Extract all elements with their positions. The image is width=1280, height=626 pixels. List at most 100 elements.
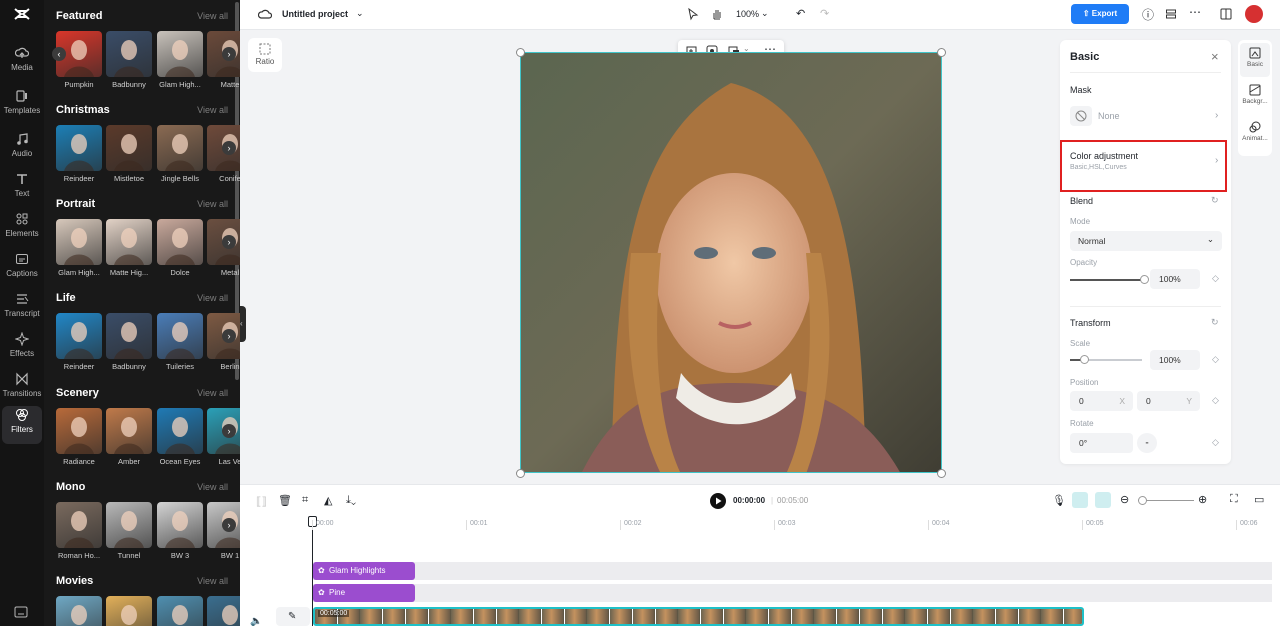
chevron-right-icon[interactable]: › <box>222 518 236 532</box>
zoom-level[interactable]: 100% <box>736 9 759 19</box>
speaker-icon[interactable]: 🔈 <box>250 616 262 626</box>
opacity-slider-knob[interactable] <box>1140 275 1149 284</box>
undo-icon[interactable]: ↶ <box>796 7 805 20</box>
rail-item-media[interactable]: Media <box>2 44 42 82</box>
chevron-down-icon[interactable]: ⌄ <box>761 8 769 19</box>
keyframe-icon[interactable]: ◇ <box>1212 395 1219 406</box>
ratio-button[interactable]: Ratio <box>248 38 282 72</box>
playhead[interactable] <box>312 516 313 626</box>
tab-basic[interactable]: Basic <box>1240 43 1270 77</box>
filter-thumbnail[interactable] <box>157 502 203 548</box>
fit-icon[interactable]: ⛶ <box>1230 493 1238 506</box>
filter-thumbnail[interactable] <box>106 596 152 626</box>
stack-icon[interactable] <box>1165 8 1177 20</box>
rail-item-captions[interactable]: Captions <box>2 250 42 288</box>
keyframe-icon[interactable]: ◇ <box>1212 437 1219 448</box>
layout-icon[interactable] <box>1220 8 1232 20</box>
resize-handle-bottom-left[interactable] <box>516 469 525 478</box>
fullscreen-icon[interactable]: ▭ <box>1254 493 1264 506</box>
mode-select[interactable]: Normal ⌄ <box>1070 231 1222 251</box>
play-button[interactable] <box>710 493 726 509</box>
resize-handle-top-left[interactable] <box>516 48 525 57</box>
view-all-link[interactable]: View all <box>197 482 228 492</box>
reset-icon[interactable]: ↻ <box>1211 317 1219 328</box>
filter-thumbnail[interactable] <box>157 31 203 77</box>
chevron-down-icon[interactable]: ⌄ <box>356 8 364 19</box>
filter-thumbnail[interactable] <box>207 596 240 626</box>
split-icon[interactable]: ⟦⟧ <box>256 495 267 508</box>
timeline-zoom-slider[interactable] <box>1138 496 1194 505</box>
project-title[interactable]: Untitled project <box>282 9 348 19</box>
filter-thumbnail[interactable] <box>56 596 102 626</box>
flip-button[interactable]: ⁃ <box>1137 433 1157 453</box>
resize-handle-top-right[interactable] <box>937 48 946 57</box>
flip-icon[interactable]: ◭ <box>324 494 332 507</box>
filter-thumbnail[interactable] <box>157 125 203 171</box>
rail-item-templates[interactable]: Templates <box>2 87 42 125</box>
avatar[interactable] <box>1245 5 1263 23</box>
chevron-right-icon[interactable]: › <box>222 424 236 438</box>
tab-background[interactable]: Backgr... <box>1240 80 1270 114</box>
filter-thumbnail[interactable] <box>106 502 152 548</box>
view-all-link[interactable]: View all <box>197 105 228 115</box>
delete-icon[interactable]: 🗑 <box>278 494 292 507</box>
view-all-link[interactable]: View all <box>197 293 228 303</box>
keyframe-icon[interactable]: ◇ <box>1212 273 1219 284</box>
reset-icon[interactable]: ↻ <box>1211 195 1219 206</box>
more-icon[interactable]: ⋯ <box>1189 5 1201 19</box>
filter-thumbnail[interactable] <box>56 502 102 548</box>
chevron-right-icon[interactable]: › <box>222 141 236 155</box>
timeline-zoom-knob[interactable] <box>1138 496 1147 505</box>
timeline-video-clip[interactable]: 00:05:00 <box>313 607 1084 626</box>
rail-item-audio[interactable]: Audio <box>2 130 42 168</box>
filter-thumbnail[interactable] <box>56 125 102 171</box>
filter-thumbnail[interactable] <box>106 408 152 454</box>
filter-thumbnail[interactable] <box>106 125 152 171</box>
resize-handle-bottom-right[interactable] <box>937 469 946 478</box>
cover-button[interactable]: ✎ <box>276 607 310 626</box>
filter-thumbnail[interactable] <box>106 313 152 359</box>
chevron-right-icon[interactable]: › <box>222 329 236 343</box>
view-all-link[interactable]: View all <box>197 576 228 586</box>
rail-item-filters[interactable]: Filters <box>2 406 42 444</box>
filter-thumbnail[interactable] <box>106 219 152 265</box>
magnet-icon[interactable] <box>1072 492 1088 508</box>
rail-item-text[interactable]: Text <box>2 170 42 208</box>
position-x-input[interactable]: 0 X <box>1070 391 1133 411</box>
help-icon[interactable]: ⓘ <box>1142 6 1154 23</box>
capcut-logo[interactable] <box>12 6 32 24</box>
filter-thumbnail[interactable] <box>56 313 102 359</box>
rail-item-transcript[interactable]: Transcript <box>2 290 42 328</box>
timeline-clip-glam-highlights[interactable]: ✿ Glam Highlights <box>313 562 415 580</box>
timeline-clip-pine[interactable]: ✿ Pine <box>313 584 415 602</box>
cloud-icon[interactable] <box>258 8 272 20</box>
hand-icon[interactable] <box>710 7 724 21</box>
zoom-in-icon[interactable]: ⊕ <box>1198 493 1207 506</box>
link-icon[interactable] <box>1095 492 1111 508</box>
filter-thumbnail[interactable] <box>56 219 102 265</box>
mask-none-button[interactable] <box>1070 106 1092 126</box>
filter-thumbnail[interactable] <box>157 219 203 265</box>
view-all-link[interactable]: View all <box>197 199 228 209</box>
chevron-right-icon[interactable]: › <box>222 235 236 249</box>
filter-thumbnail[interactable] <box>157 313 203 359</box>
export-button[interactable]: ⇧ Export <box>1071 4 1129 24</box>
rail-item-elements[interactable]: Elements <box>2 210 42 248</box>
rail-item-transitions[interactable]: Transitions <box>2 370 42 408</box>
scale-slider[interactable] <box>1070 355 1142 364</box>
microphone-icon[interactable]: 🎙 <box>1052 494 1066 507</box>
filter-thumbnail[interactable] <box>157 408 203 454</box>
chevron-right-icon[interactable]: › <box>1215 110 1218 121</box>
scale-slider-knob[interactable] <box>1080 355 1089 364</box>
chevron-right-icon[interactable]: › <box>222 47 236 61</box>
keyframe-icon[interactable]: ◇ <box>1212 354 1219 365</box>
scale-input[interactable]: 100% <box>1150 350 1200 370</box>
filter-thumbnail[interactable] <box>106 31 152 77</box>
rotate-input[interactable]: 0° <box>1070 433 1133 453</box>
view-all-link[interactable]: View all <box>197 388 228 398</box>
opacity-slider[interactable] <box>1070 275 1149 284</box>
keyboard-icon[interactable] <box>14 606 28 618</box>
opacity-input[interactable]: 100% <box>1150 269 1200 289</box>
rail-item-effects[interactable]: Effects <box>2 330 42 368</box>
canvas-photo[interactable] <box>520 52 942 473</box>
